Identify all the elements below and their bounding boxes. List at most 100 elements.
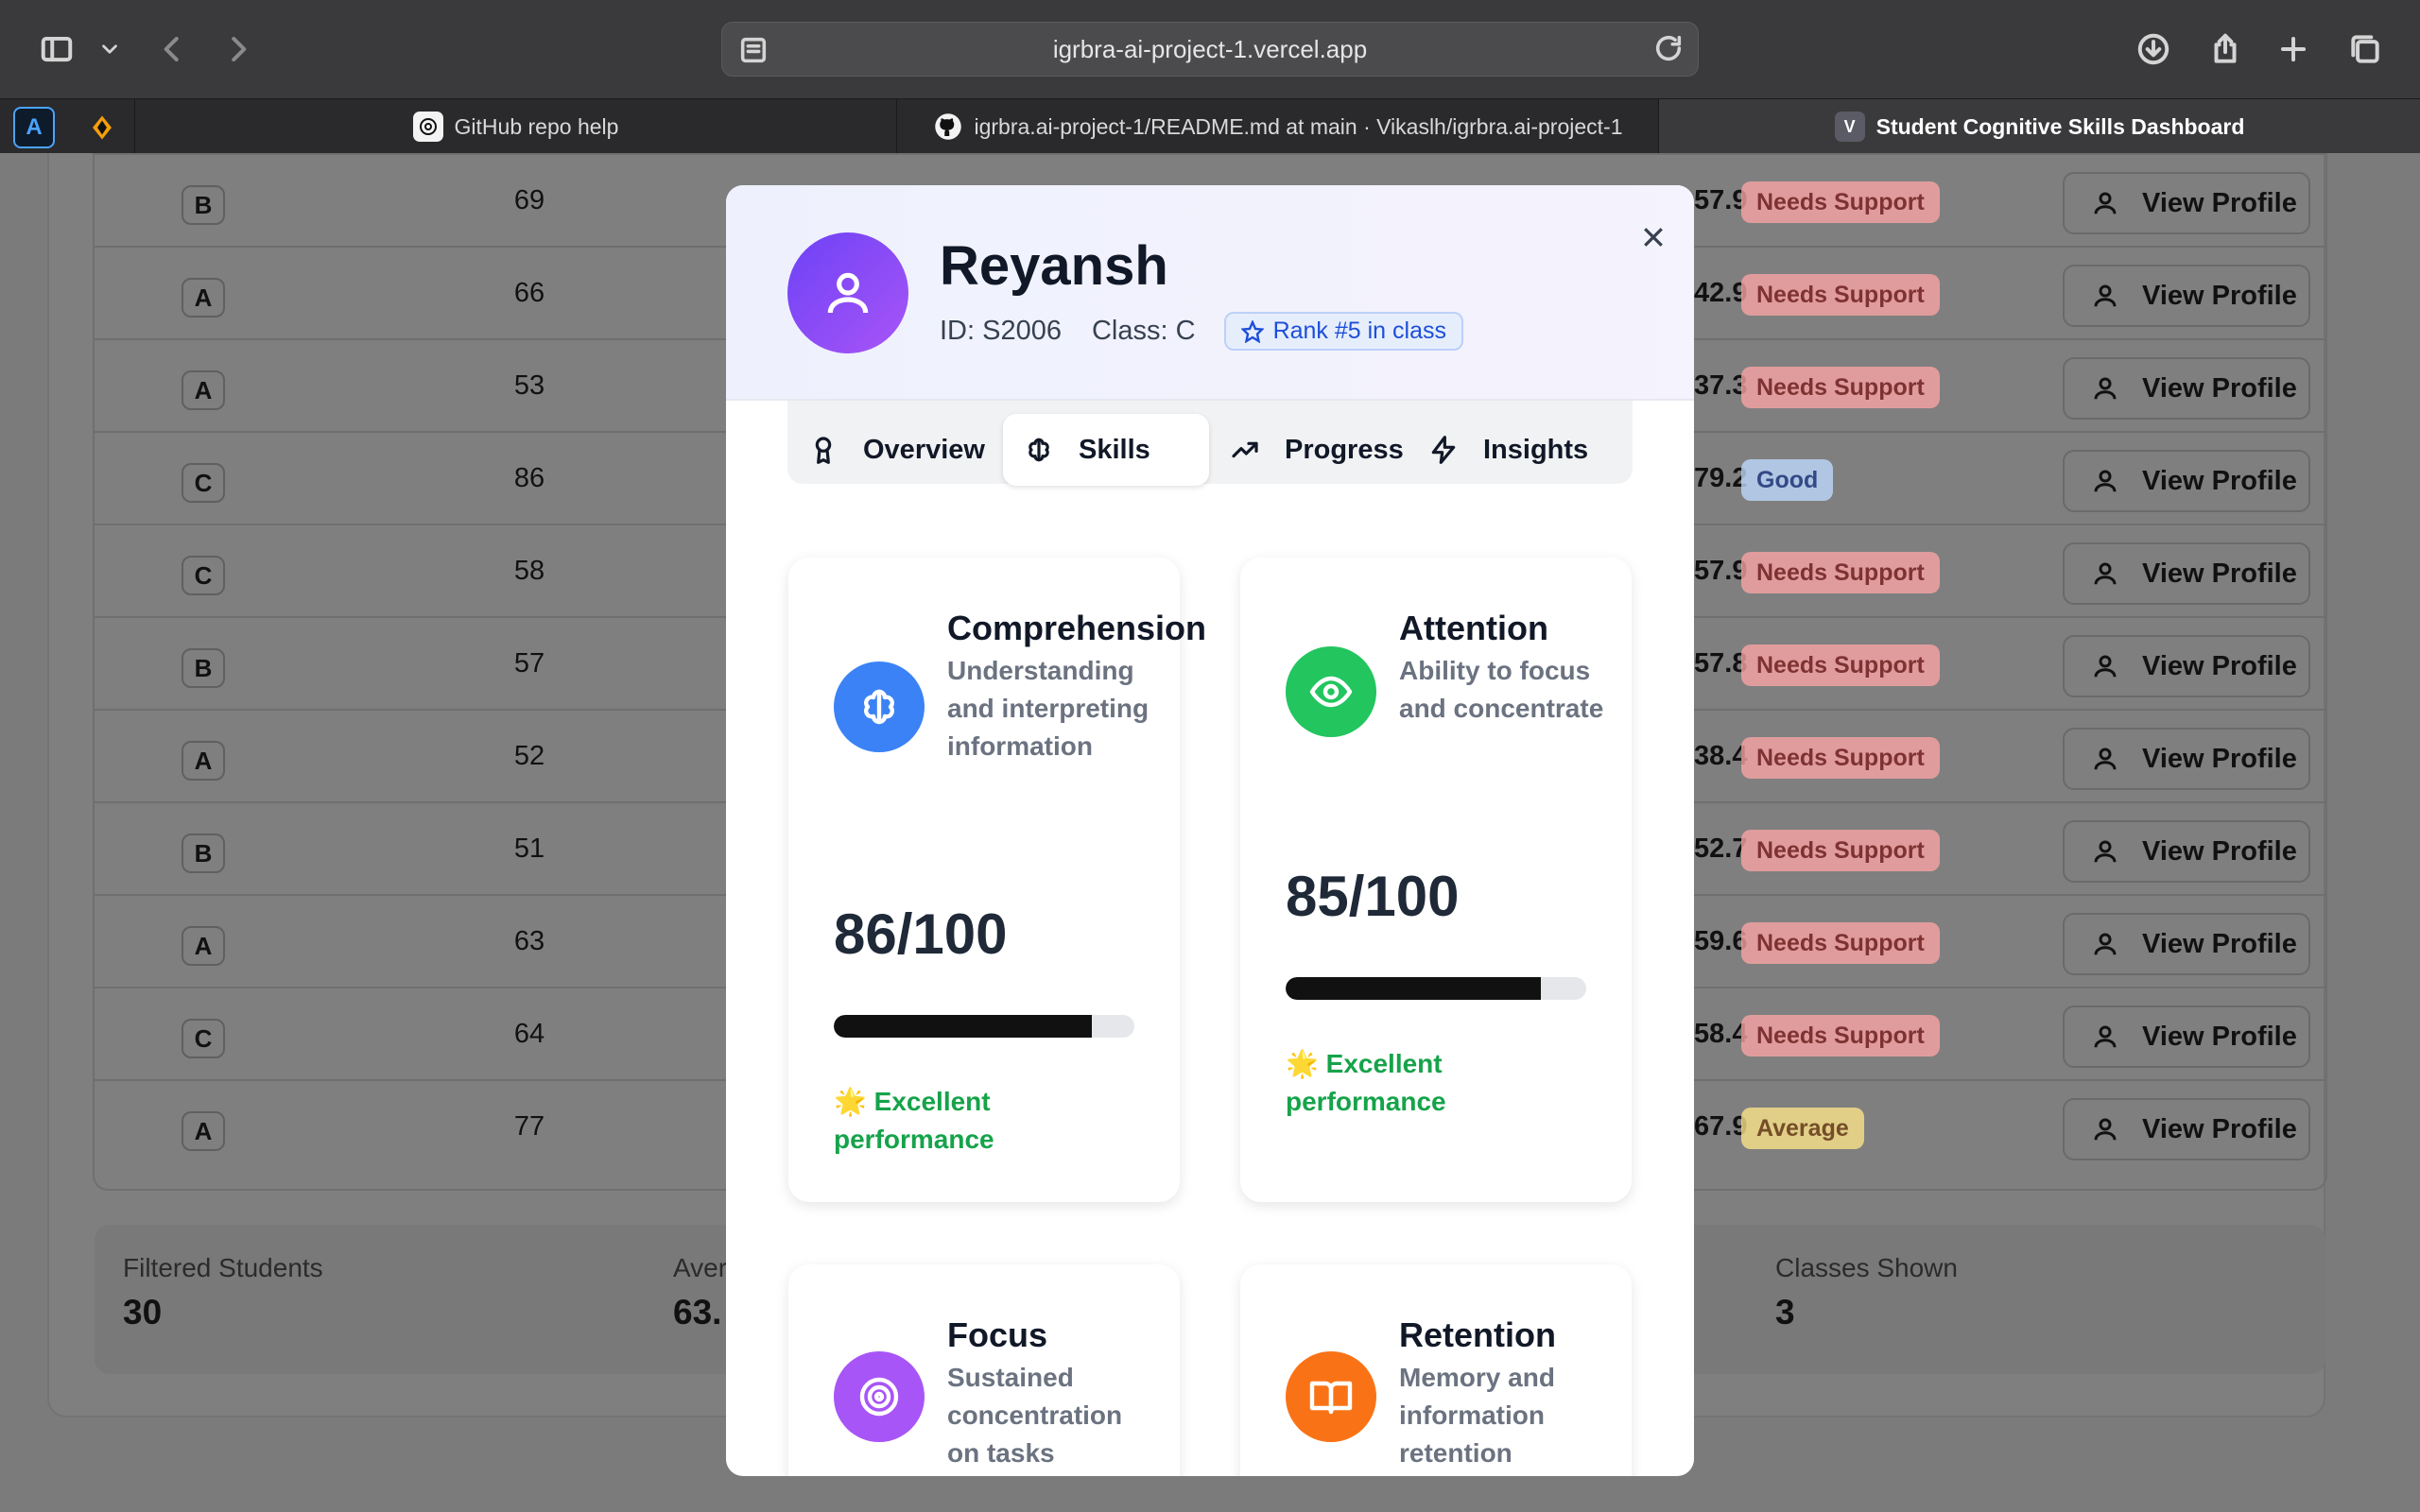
eye-icon [1309, 676, 1353, 708]
skill-description: Ability to focus and concentrate [1399, 656, 1604, 723]
student-profile-modal: Reyansh ID: S2006 Class: C Rank #5 in cl… [726, 185, 1694, 1476]
sidebar-toggle-icon[interactable] [36, 28, 78, 70]
browser-toolbar: igrbra-ai-project-1.vercel.app [0, 0, 2420, 98]
download-icon[interactable] [2133, 28, 2174, 70]
new-tab-icon[interactable] [2273, 28, 2314, 70]
user-icon [2094, 1025, 2117, 1048]
average-cell: 52.7 [1694, 833, 1748, 864]
tab-insights[interactable]: Insights [1408, 414, 1609, 486]
status-badge: Needs Support [1741, 1015, 1940, 1057]
view-profile-button[interactable]: View Profile [2063, 913, 2310, 975]
address-bar[interactable]: igrbra-ai-project-1.vercel.app [721, 22, 1699, 77]
score-cell: 52 [513, 741, 545, 771]
student-name: Reyansh [940, 235, 1168, 297]
view-profile-button[interactable]: View Profile [2063, 728, 2310, 790]
status-badge: Good [1741, 459, 1834, 501]
view-profile-button[interactable]: View Profile [2063, 357, 2310, 420]
student-id: ID: S2006 [940, 316, 1062, 346]
page-settings-icon[interactable] [737, 34, 769, 71]
close-icon [1644, 228, 1663, 247]
forward-arrow-icon[interactable] [217, 28, 259, 70]
average-cell: 57.9 [1694, 185, 1748, 215]
class-badge: B [182, 648, 225, 688]
average-cell: 38.4 [1694, 741, 1748, 771]
class-badge: A [182, 926, 225, 966]
skill-description: Sustained concentration on tasks [947, 1363, 1123, 1468]
skill-progress-fill [1286, 977, 1542, 1000]
view-profile-button[interactable]: View Profile [2063, 1098, 2310, 1160]
score-cell: 69 [513, 185, 545, 215]
tab-student-dashboard[interactable]: V Student Cognitive Skills Dashboard [1658, 99, 2420, 154]
target-icon [859, 1377, 899, 1417]
average-cell: 67.9 [1694, 1111, 1748, 1142]
view-profile-button[interactable]: View Profile [2063, 1005, 2310, 1068]
status-badge: Needs Support [1741, 830, 1940, 871]
pinned-tab-2[interactable] [81, 107, 123, 148]
tab-github-repo-help[interactable]: GitHub repo help [134, 99, 896, 154]
view-profile-button[interactable]: View Profile [2063, 265, 2310, 327]
tab-overview[interactable]: Overview [787, 414, 1006, 486]
view-profile-button[interactable]: View Profile [2063, 635, 2310, 697]
view-profile-button[interactable]: View Profile [2063, 172, 2310, 234]
zap-icon [1431, 436, 1456, 464]
reload-icon[interactable] [1652, 32, 1685, 69]
award-icon [815, 437, 832, 464]
user-icon [2094, 747, 2117, 770]
tab-skills[interactable]: Skills [1003, 414, 1209, 486]
status-badge: Needs Support [1741, 644, 1940, 686]
status-badge: Average [1741, 1108, 1864, 1149]
skill-icon-bg [1286, 646, 1376, 737]
view-profile-button[interactable]: View Profile [2063, 820, 2310, 883]
score-cell: 66 [513, 278, 545, 308]
class-badge: A [182, 370, 225, 410]
chevron-down-icon[interactable] [89, 28, 130, 70]
user-icon [2094, 192, 2117, 215]
skill-card-focus: Focus Sustained concentration on tasks [788, 1264, 1180, 1476]
user-icon [2094, 933, 2117, 955]
skill-title: Attention [1399, 609, 1548, 647]
view-profile-button[interactable]: View Profile [2063, 542, 2310, 605]
skill-progress-fill [834, 1015, 1093, 1038]
class-badge: A [182, 278, 225, 318]
stat-filtered-students: Filtered Students 30 [123, 1253, 323, 1332]
skill-score: 85/100 [1286, 865, 1460, 928]
chatgpt-icon [412, 112, 443, 142]
stat-classes-shown: Classes Shown 3 [1775, 1253, 1958, 1332]
score-cell: 51 [513, 833, 545, 864]
tab-overview-icon[interactable] [2344, 28, 2386, 70]
score-cell: 57 [513, 648, 545, 679]
close-button[interactable] [1630, 214, 1677, 261]
status-badge: Needs Support [1741, 367, 1940, 408]
share-icon[interactable] [2204, 28, 2246, 70]
user-icon [2094, 284, 2117, 307]
status-badge: Needs Support [1741, 181, 1940, 223]
status-badge: Needs Support [1741, 922, 1940, 964]
score-cell: 53 [513, 370, 545, 401]
tab-progress[interactable]: Progress [1209, 414, 1425, 486]
user-icon [2094, 470, 2117, 492]
modal-header: Reyansh ID: S2006 Class: C Rank #5 in cl… [726, 185, 1694, 401]
brain-icon [864, 689, 894, 725]
average-cell: 58.4 [1694, 1019, 1748, 1049]
skill-description: Understanding and interpreting informati… [947, 656, 1150, 761]
score-cell: 77 [513, 1111, 545, 1142]
skill-icon-bg [1286, 1351, 1376, 1442]
skill-title: Comprehension [947, 609, 1207, 647]
skill-card-attention: Attention Ability to focus and concentra… [1240, 558, 1632, 1202]
view-profile-button[interactable]: View Profile [2063, 450, 2310, 512]
student-class: Class: C [1091, 316, 1196, 346]
score-cell: 58 [513, 556, 545, 586]
status-badge: Needs Support [1741, 552, 1940, 593]
tab-github-readme[interactable]: igrbra.ai-project-1/README.md at main · … [896, 99, 1658, 154]
skill-performance: 🌟 Excellent performance [1286, 1049, 1446, 1116]
class-badge: C [182, 556, 225, 595]
status-badge: Needs Support [1741, 274, 1940, 316]
user-icon [2094, 1118, 2117, 1141]
score-cell: 86 [513, 463, 545, 493]
back-arrow-icon[interactable] [151, 28, 193, 70]
average-cell: 57.9 [1694, 556, 1748, 586]
skill-card-retention: Retention Memory and information retenti… [1240, 1264, 1632, 1476]
pinned-tab-a[interactable]: A [13, 107, 55, 148]
github-icon [933, 112, 963, 142]
class-badge: B [182, 833, 225, 873]
